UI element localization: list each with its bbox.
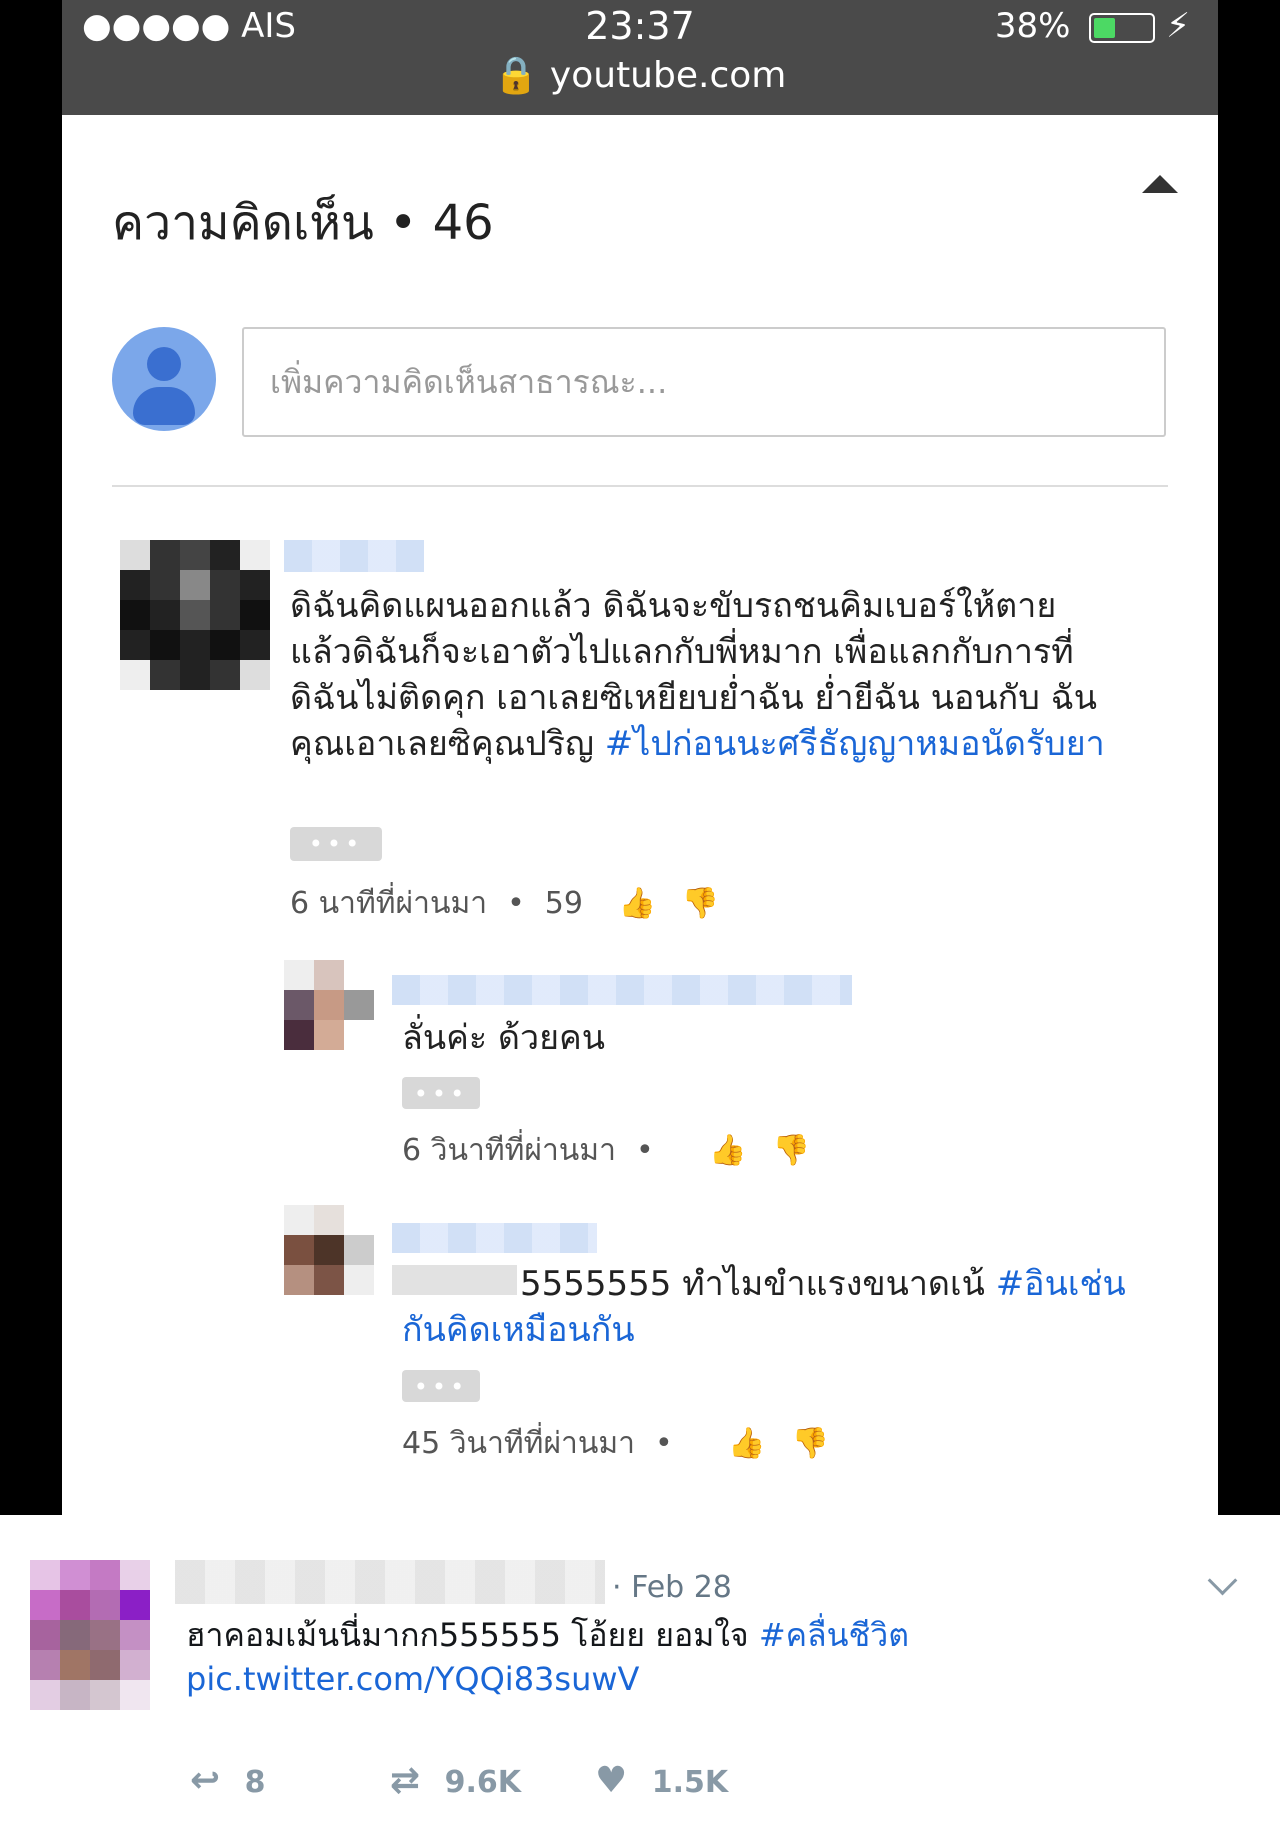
like-count: 59 xyxy=(544,886,583,921)
tweet-hashtag[interactable]: #คลื่นชีวิต xyxy=(759,1616,909,1654)
tweet-link[interactable]: pic.twitter.com/YQQi83suwV xyxy=(186,1660,639,1698)
commenter-name-blurred xyxy=(284,540,424,572)
reply-action[interactable]: ↩ 8 xyxy=(190,1760,266,1801)
dislike-icon[interactable]: 👎 xyxy=(773,1133,810,1168)
comment-more-button[interactable]: ••• xyxy=(290,827,382,861)
dislike-icon[interactable]: 👎 xyxy=(682,886,719,921)
tweet-date[interactable]: · Feb 28 xyxy=(612,1570,732,1605)
like-icon[interactable]: 👍 xyxy=(728,1426,765,1461)
collapse-icon[interactable] xyxy=(1142,175,1178,193)
lock-icon: 🔒 xyxy=(493,55,539,96)
commenter-avatar xyxy=(120,540,270,690)
tweet-body: ฮาคอมเม้นนี่มากก555555 โอ้ยย ยอมใจ #คลื่… xyxy=(186,1616,909,1698)
retweet-action[interactable]: ⇄ 9.6K xyxy=(390,1760,521,1801)
like-count: 1.5K xyxy=(651,1765,729,1800)
dislike-icon[interactable]: 👎 xyxy=(792,1426,829,1461)
chevron-down-icon[interactable] xyxy=(1207,1565,1238,1596)
reply-name-blurred xyxy=(392,1223,597,1253)
reply-name-blurred xyxy=(392,975,852,1005)
reply-body: ลั่นค่ะ ด้วยคน xyxy=(402,1018,605,1058)
reply-more-button[interactable]: ••• xyxy=(402,1370,480,1402)
page-url: youtube.com xyxy=(549,55,787,96)
reply-body: 5555555 ทำไมขำแรงขนาดเน้ #อินเช่นกันคิดเ… xyxy=(402,1264,1126,1350)
battery-percent: 38% xyxy=(994,6,1071,46)
reply-meta: 6 วินาทีที่ผ่านมา • 👍 👎 xyxy=(402,1133,810,1168)
address-bar[interactable]: 🔒 youtube.com xyxy=(62,54,1218,96)
reply-time: 6 วินาทีที่ผ่านมา xyxy=(402,1133,616,1168)
user-avatar xyxy=(112,327,216,431)
reply-avatar xyxy=(284,960,374,1050)
reply-meta: 45 วินาทีที่ผ่านมา • 👍 👎 xyxy=(402,1426,829,1461)
battery-indicator: 38% ⚡ xyxy=(995,6,1190,46)
like-action[interactable]: ♥ 1.5K xyxy=(595,1760,728,1801)
retweet-count: 9.6K xyxy=(444,1765,522,1800)
retweet-icon: ⇄ xyxy=(390,1760,421,1801)
comments-title: ความคิดเห็น • 46 xyxy=(112,195,494,251)
heart-icon: ♥ xyxy=(595,1760,628,1801)
comment-body: ดิฉันคิดแผนออกแล้ว ดิฉันจะขับรถชนคิมเบอร… xyxy=(290,586,1105,764)
divider xyxy=(112,485,1168,487)
like-icon[interactable]: 👍 xyxy=(619,886,656,921)
charging-icon: ⚡ xyxy=(1166,6,1190,46)
like-icon[interactable]: 👍 xyxy=(709,1133,746,1168)
comment-meta: 6 นาทีที่ผ่านมา • 59 👍 👎 xyxy=(290,886,720,921)
browser-status-bar: ●●●●● AIS 23:37 38% ⚡ 🔒 youtube.com xyxy=(62,0,1218,115)
reply-avatar xyxy=(284,1205,374,1295)
reply-count: 8 xyxy=(244,1765,266,1800)
comment-time: 6 นาทีที่ผ่านมา xyxy=(290,886,488,921)
comments-panel: ความคิดเห็น • 46 ดิฉันคิดแผนออกแล้ว ดิฉั… xyxy=(62,115,1218,1515)
tweet-avatar xyxy=(30,1560,150,1710)
reply-icon: ↩ xyxy=(190,1760,221,1801)
reply-time: 45 วินาทีที่ผ่านมา xyxy=(402,1426,636,1461)
comment-hashtag[interactable]: #ไปก่อนนะศรีธัญญาหมอนัดรับยา xyxy=(605,724,1105,764)
battery-icon xyxy=(1089,12,1156,43)
reply-more-button[interactable]: ••• xyxy=(402,1077,480,1109)
tweet-card: · Feb 28 ฮาคอมเม้นนี่มากก555555 โอ้ยย ยอ… xyxy=(0,1515,1280,1848)
tweet-author-blurred xyxy=(175,1560,605,1604)
add-comment-input[interactable] xyxy=(242,327,1166,437)
